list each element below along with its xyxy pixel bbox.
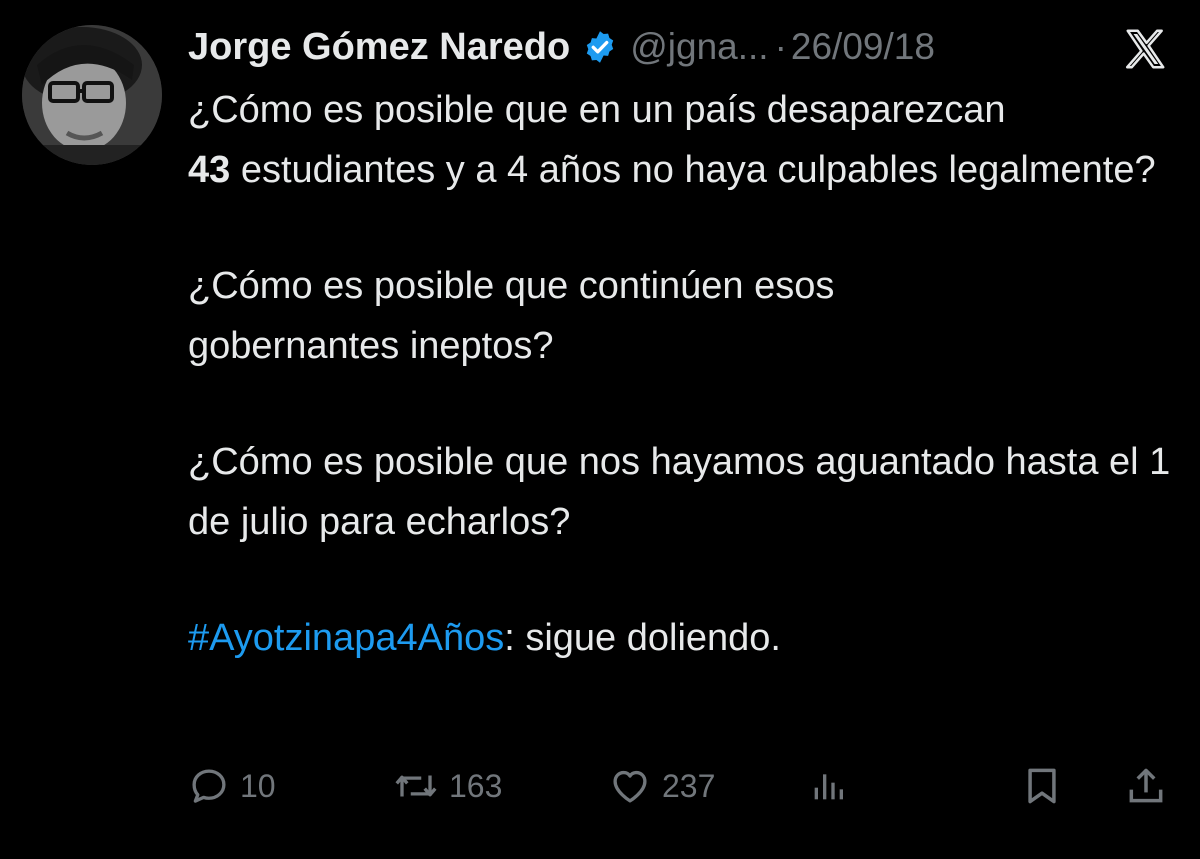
tweet-paragraph-2: ¿Cómo es posible que continúen esos gobe… (188, 265, 835, 367)
author-name[interactable]: Jorge Gómez Naredo (188, 26, 570, 69)
hashtag-link[interactable]: #Ayotzinapa4Años (188, 617, 504, 659)
repost-icon (393, 765, 439, 807)
like-button[interactable]: 237 (608, 758, 715, 814)
x-logo-icon (1122, 26, 1168, 72)
reply-count: 10 (240, 767, 276, 804)
tweet-paragraph-4: #Ayotzinapa4Años: sigue doliendo. (188, 608, 1178, 668)
tweet-paragraph-1: ¿Cómo es posible que en un país desapare… (188, 80, 1178, 200)
reply-icon (188, 765, 230, 807)
tweet-text-1a: ¿Cómo es posible que en un país desapare… (188, 89, 1006, 131)
repost-count: 163 (449, 767, 503, 804)
author-handle[interactable]: @jgna... (630, 26, 768, 68)
avatar[interactable] (22, 25, 162, 165)
separator-dot: · (774, 26, 787, 67)
tweet-date[interactable]: 26/09/18 (791, 26, 935, 68)
share-icon (1124, 764, 1168, 808)
tweet-header: Jorge Gómez Naredo @jgna... · 26/09/18 (188, 18, 1178, 76)
tweet: Jorge Gómez Naredo @jgna... · 26/09/18 ¿… (0, 0, 1200, 859)
tweet-text-1b: estudiantes y a 4 años no haya culpables… (230, 149, 1156, 191)
tweet-text-4: : sigue doliendo. (504, 617, 781, 659)
verified-badge-icon (582, 29, 618, 65)
tweet-content: Jorge Gómez Naredo @jgna... · 26/09/18 ¿… (188, 18, 1178, 668)
share-button[interactable] (1124, 758, 1168, 814)
bookmark-button[interactable] (1020, 758, 1064, 814)
bookmark-icon (1020, 764, 1064, 808)
views-button[interactable] (808, 758, 848, 814)
repost-button[interactable]: 163 (393, 758, 502, 814)
heart-icon (608, 765, 652, 807)
reply-button[interactable]: 10 (188, 758, 276, 814)
tweet-bold-number: 43 (188, 149, 231, 191)
views-icon (808, 765, 848, 807)
like-count: 237 (662, 767, 716, 804)
tweet-paragraph-3: ¿Cómo es posible que nos hayamos aguanta… (188, 441, 1171, 543)
tweet-actions: 10 163 237 (188, 758, 1178, 814)
